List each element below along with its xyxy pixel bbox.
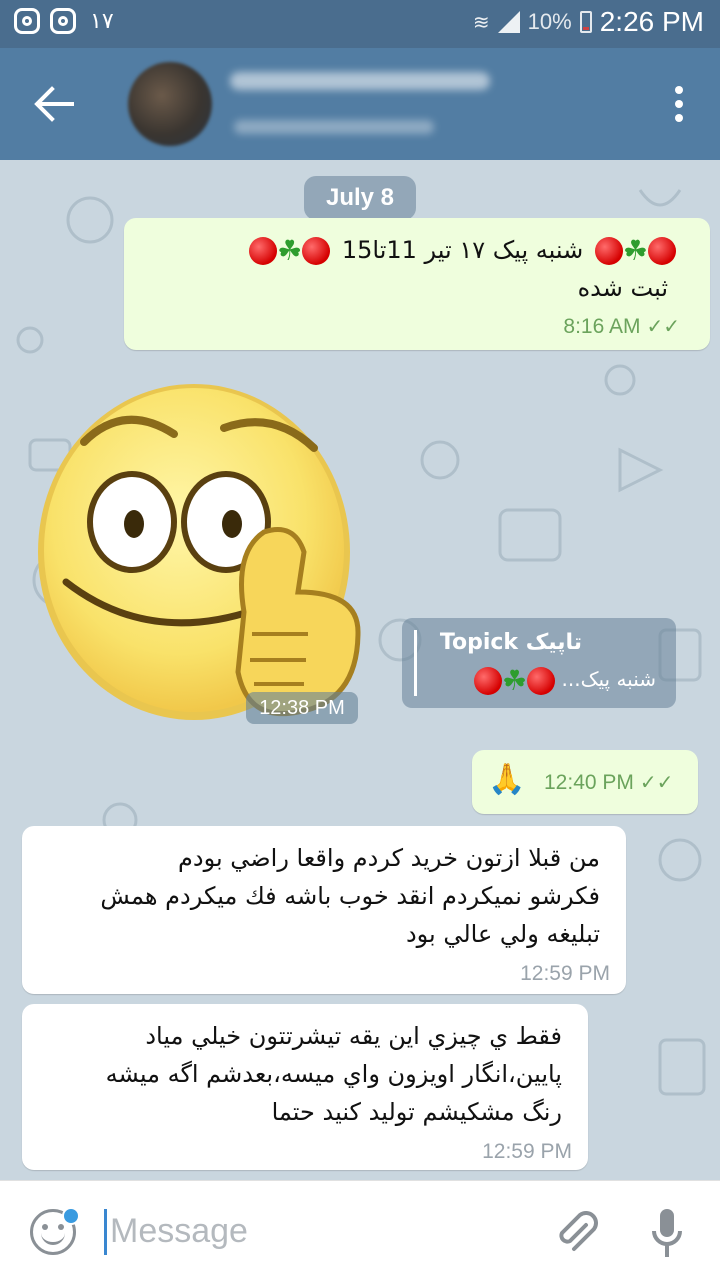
reply-text: شنبه پیک...: [561, 667, 656, 691]
reply-bar: [414, 630, 417, 696]
message-time: 12:40 PM ✓✓: [544, 770, 673, 795]
clover-emoji: ☘: [277, 234, 303, 267]
arrow-left-icon[interactable]: [32, 84, 76, 124]
avatar[interactable]: [128, 62, 212, 146]
reply-text-row: شنبه پیک... ☘: [474, 664, 656, 697]
sticker-time: 12:38 PM: [246, 692, 358, 724]
message-bubble-outgoing[interactable]: ☘ شنبه پیک ١٧ تیر 11تا15 ☘ ثبت شده 8:16 …: [124, 218, 710, 350]
red-circle-emoji: [474, 666, 503, 695]
contact-status-redacted: [234, 120, 434, 134]
notification-count: ١٧: [90, 8, 114, 34]
red-circle-emoji: [594, 236, 623, 265]
message-time: 8:16 AM ✓✓: [563, 314, 680, 339]
microphone-icon[interactable]: [650, 1207, 684, 1259]
red-circle-emoji: [527, 666, 556, 695]
more-vert-icon[interactable]: [674, 86, 684, 122]
double-check-icon: ✓✓: [646, 316, 680, 338]
message-time: 12:59 PM: [520, 962, 610, 985]
status-bar: ١٧ ≋ 10% 2:26 PM: [0, 0, 720, 48]
text-cursor: [104, 1209, 107, 1255]
message-line: رنگ مشكيشم توليد كنيد حتما: [271, 1098, 562, 1126]
message-text: شنبه پیک ١٧ تیر 11تا15: [341, 235, 584, 264]
instagram-icon: [14, 8, 40, 34]
message-input[interactable]: [110, 1203, 530, 1259]
clover-emoji: ☘: [622, 234, 648, 267]
thumbs-up-smiley-sticker[interactable]: [34, 372, 364, 732]
instagram-icon: [50, 8, 76, 34]
message-line: تبليغه ولي عالي بود: [405, 920, 600, 948]
message-bubble-outgoing[interactable]: 🙏 12:40 PM ✓✓: [472, 750, 698, 814]
message-line: فقط ي چيزي اين يقه تيشرتتون خيلي مياد: [145, 1022, 562, 1050]
status-left: ١٧: [14, 8, 114, 34]
notification-dot: [62, 1207, 80, 1225]
reply-title: Topick تاپیک: [439, 630, 582, 655]
wifi-icon: ≋: [472, 11, 490, 34]
date-badge: July 8: [304, 176, 416, 220]
time-text: 12:40 PM: [544, 771, 634, 794]
message-bubble-incoming[interactable]: من قبلا ازتون خريد كردم واقعا راضي بودم …: [22, 826, 626, 994]
message-bubble-incoming[interactable]: فقط ي چيزي اين يقه تيشرتتون خيلي مياد پا…: [22, 1004, 588, 1170]
message-line: ☘ شنبه پیک ١٧ تیر 11تا15 ☘: [249, 234, 676, 267]
clock: 2:26 PM: [599, 6, 704, 37]
signal-icon: [497, 11, 520, 33]
pray-emoji: 🙏: [488, 762, 526, 797]
clover-emoji: ☘: [502, 664, 528, 697]
chat-header: [0, 48, 720, 160]
chat-area[interactable]: July 8 ☘ شنبه پیک ١٧ تیر 11تا15 ☘ ثبت شد…: [0, 160, 720, 1180]
battery-percent: 10%: [527, 9, 572, 34]
message-line: من قبلا ازتون خريد كردم واقعا راضي بودم: [178, 844, 600, 872]
message-input-bar: [0, 1180, 720, 1280]
paperclip-icon[interactable]: [552, 1209, 598, 1255]
red-circle-emoji: [249, 236, 278, 265]
message-time: 12:59 PM: [482, 1140, 572, 1163]
status-right: ≋ 10% 2:26 PM: [473, 6, 704, 38]
red-circle-emoji: [302, 236, 331, 265]
time-text: 8:16 AM: [563, 315, 641, 338]
contact-name-redacted[interactable]: [230, 72, 490, 90]
battery-icon: [579, 11, 592, 33]
message-text: ثبت شده: [577, 274, 668, 302]
message-line: فكرشو نميكردم انقد خوب باشه فك ميكردم هم…: [100, 882, 600, 910]
double-check-icon: ✓✓: [639, 772, 674, 794]
red-circle-emoji: [648, 236, 676, 265]
reply-preview[interactable]: Topick تاپیک شنبه پیک... ☘: [402, 618, 676, 708]
message-line: پايين،انگار اويزون واي ميسه،بعدشم اگه مي…: [105, 1060, 562, 1088]
